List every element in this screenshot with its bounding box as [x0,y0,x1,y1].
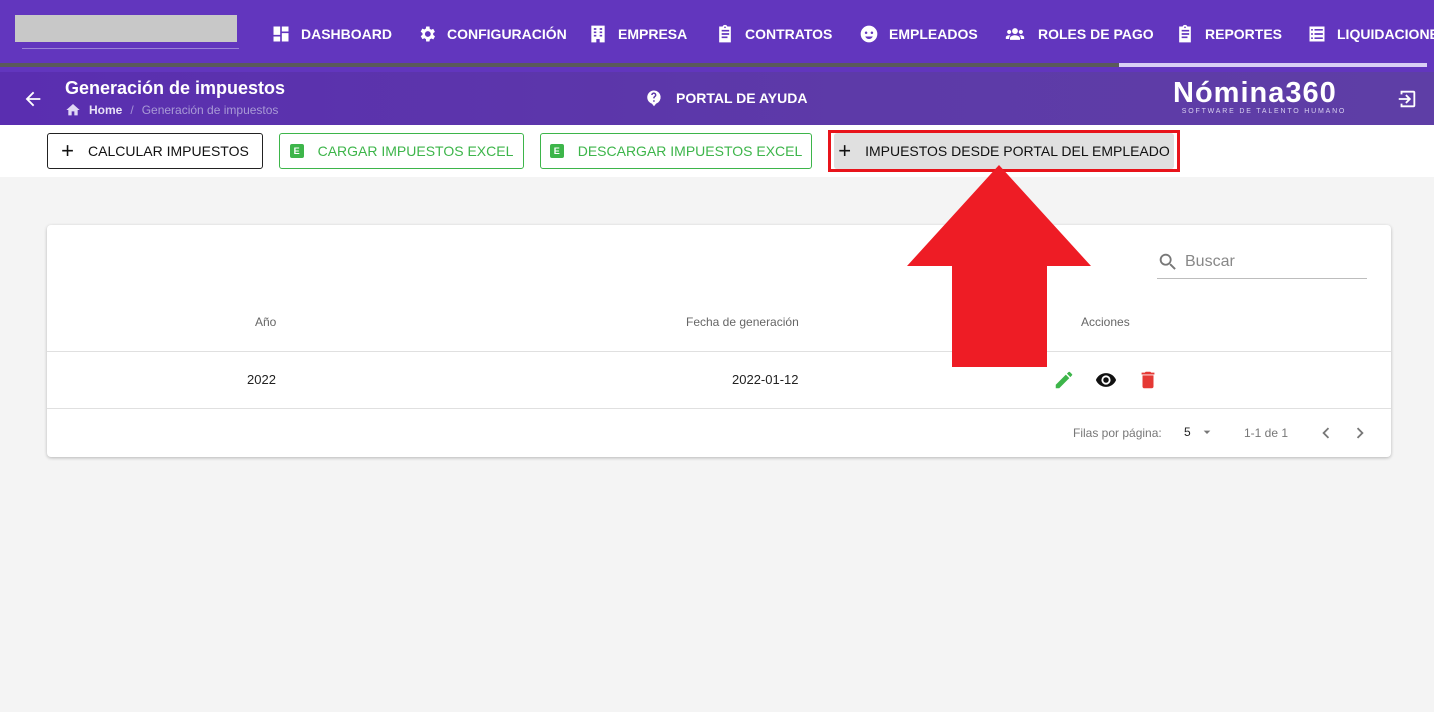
column-header-date[interactable]: Fecha de generación [686,315,799,329]
search-input[interactable] [1185,252,1355,271]
logo-divider [22,48,239,49]
previous-page-button[interactable] [1315,422,1337,444]
company-logo-placeholder [15,15,237,42]
table-divider [47,351,1391,352]
page-title: Generación de impuestos [65,78,286,98]
plus-icon: + [61,138,75,163]
calculate-taxes-button[interactable]: + CALCULAR IMPUESTOS [47,133,263,169]
calculate-taxes-label: CALCULAR IMPUESTOS [88,143,249,159]
plus-icon: + [838,138,852,163]
brand-name: Nómina360 [1173,77,1337,109]
page-header: Generación de impuestos Home / Generació… [0,72,1434,125]
chevron-right-icon [1356,427,1364,439]
breadcrumb: Home / Generación de impuestos [65,102,278,118]
nav-item-empleados[interactable]: EMPLEADOS [859,22,978,46]
dashboard-icon [273,26,289,42]
cell-date: 2022-01-12 [732,372,799,387]
nav-item-empresa[interactable]: EMPRESA [588,22,687,46]
list-icon [1309,26,1325,42]
nav-item-label: DASHBOARD [301,26,392,42]
upload-taxes-excel-button[interactable]: E CARGAR IMPUESTOS EXCEL [279,133,524,169]
nav-item-liquidaciones[interactable]: LIQUIDACIONES [1307,22,1434,46]
brand-logo: Nómina360 SOFTWARE DE TALENTO HUMANO [1173,75,1355,115]
back-button[interactable] [22,88,44,110]
logout-icon [1398,90,1416,108]
brand-tagline: SOFTWARE DE TALENTO HUMANO [1181,108,1347,115]
breadcrumb-home[interactable]: Home [89,103,122,117]
nav-item-label: ROLES DE PAGO [1038,26,1154,42]
nav-item-label: CONFIGURACIÓN [447,26,567,42]
next-page-button[interactable] [1349,422,1371,444]
taxes-from-employee-portal-button[interactable]: + IMPUESTOS DESDE PORTAL DEL EMPLEADO [834,133,1174,169]
upload-taxes-excel-label: CARGAR IMPUESTOS EXCEL [317,143,514,159]
excel-icon: E [549,144,564,158]
delete-button[interactable] [1137,369,1159,391]
face-icon [860,25,878,43]
rows-per-page-value: 5 [1184,425,1191,439]
table-divider [47,408,1391,409]
nav-item-dashboard[interactable]: DASHBOARD [271,22,392,46]
cell-year: 2022 [247,372,276,387]
gear-icon [420,26,435,42]
search-icon [1159,253,1176,270]
action-toolbar: + CALCULAR IMPUESTOS E CARGAR IMPUESTOS … [0,125,1434,177]
rows-per-page-select[interactable]: 5 [1184,424,1215,440]
excel-icon: E [289,144,304,158]
chevron-left-icon [1322,427,1330,439]
view-button[interactable] [1094,369,1118,391]
help-portal-label: PORTAL DE AYUDA [676,90,808,106]
building-icon [591,25,605,43]
logout-button[interactable] [1396,88,1418,110]
top-navbar: DASHBOARD CONFIGURACIÓN EMPRESA CONTRATO… [0,0,1434,72]
nav-scroll-track [0,63,1119,67]
dropdown-arrow-icon [1203,430,1211,434]
breadcrumb-separator: / [130,103,134,117]
nav-item-roles-de-pago[interactable]: ROLES DE PAGO [1002,22,1154,46]
people-icon [1005,28,1025,40]
breadcrumb-current: Generación de impuestos [141,103,279,117]
trash-icon [1141,371,1155,389]
search-field[interactable] [1157,245,1367,279]
eye-icon [1095,373,1117,387]
report-icon [1179,24,1191,43]
download-taxes-excel-label: DESCARGAR IMPUESTOS EXCEL [577,143,803,159]
column-header-year[interactable]: Año [255,315,276,329]
nav-item-contratos[interactable]: CONTRATOS [715,22,832,46]
pagination-range: 1-1 de 1 [1244,426,1289,440]
nav-item-label: EMPLEADOS [889,26,978,42]
taxes-table-card: Año Fecha de generación Acciones 2022 20… [47,225,1391,457]
nav-item-label: CONTRATOS [745,26,833,42]
help-icon [647,90,661,107]
nav-item-label: LIQUIDACIONES [1337,26,1434,42]
nav-item-label: EMPRESA [618,26,688,42]
arrow-left-icon [25,91,41,107]
help-portal-link[interactable]: PORTAL DE AYUDA [645,89,807,107]
home-icon [66,104,80,116]
edit-icon [1055,371,1073,389]
nav-item-configuracion[interactable]: CONFIGURACIÓN [417,22,567,46]
column-header-actions: Acciones [1081,315,1130,329]
nav-scroll-thumb[interactable] [1119,63,1427,67]
clipboard-icon [719,24,731,43]
taxes-from-employee-portal-label: IMPUESTOS DESDE PORTAL DEL EMPLEADO [865,143,1170,159]
edit-button[interactable] [1053,369,1075,391]
rows-per-page-label: Filas por página: [1073,426,1162,440]
download-taxes-excel-button[interactable]: E DESCARGAR IMPUESTOS EXCEL [540,133,812,169]
nav-item-reportes[interactable]: REPORTES [1175,22,1282,46]
nav-item-label: REPORTES [1205,26,1283,42]
